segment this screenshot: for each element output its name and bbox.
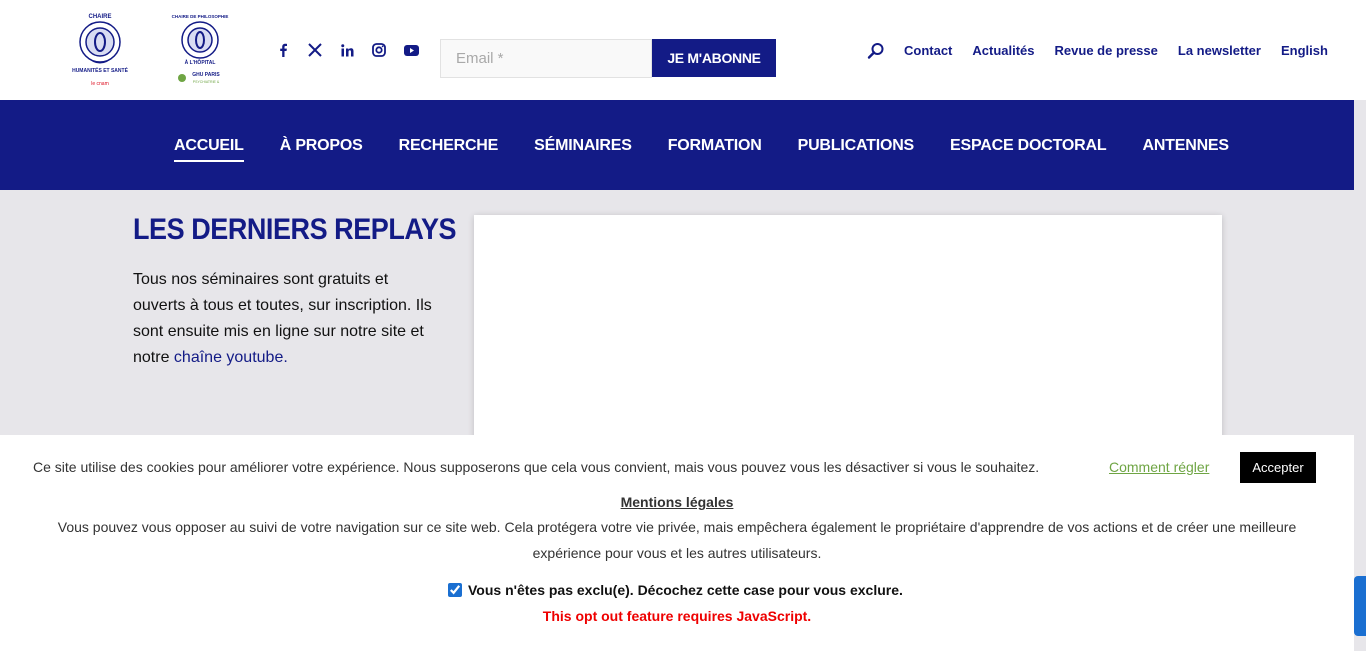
nav-item-espace-doctoral[interactable]: ESPACE DOCTORAL — [950, 137, 1107, 155]
optout-label: Vous n'êtes pas exclu(e). Décochez cette… — [468, 582, 903, 598]
svg-text:À L'HÔPITAL: À L'HÔPITAL — [185, 58, 216, 66]
cookie-settings-link[interactable]: Comment régler — [1109, 459, 1209, 475]
replays-intro: Tous nos séminaires sont gratuits et ouv… — [133, 267, 433, 371]
svg-text:PSYCHIATRIE &: PSYCHIATRIE & — [193, 80, 220, 84]
svg-text:CHAIRE DE PHILOSOPHIE: CHAIRE DE PHILOSOPHIE — [172, 14, 229, 19]
optout-checkbox[interactable] — [448, 583, 462, 597]
subscribe-button[interactable]: JE M'ABONNE — [652, 39, 776, 77]
top-links: Contact Actualités Revue de presse La ne… — [904, 43, 1348, 58]
nav-item-recherche[interactable]: RECHERCHE — [399, 137, 499, 155]
youtube-channel-link[interactable]: chaîne youtube. — [174, 349, 288, 366]
linkedin-icon[interactable] — [338, 41, 356, 59]
youtube-icon[interactable] — [402, 41, 420, 59]
cookie-accept-button[interactable]: Accepter — [1240, 452, 1316, 483]
svg-text:HUMANITÉS ET SANTÉ: HUMANITÉS ET SANTÉ — [72, 66, 129, 74]
main-navigation: ACCUEIL À PROPOS RECHERCHE SÉMINAIRES FO… — [0, 100, 1354, 190]
revue-de-presse-link[interactable]: Revue de presse — [1055, 43, 1158, 58]
svg-text:le cnam: le cnam — [91, 81, 109, 87]
page-scrollbar[interactable] — [1354, 576, 1366, 636]
x-icon[interactable] — [306, 41, 324, 59]
section-heading: LES DERNIERS REPLAYS — [133, 213, 457, 246]
english-link[interactable]: English — [1281, 43, 1328, 58]
nav-item-antennes[interactable]: ANTENNES — [1142, 137, 1229, 155]
javascript-warning: This opt out feature requires JavaScript… — [542, 608, 812, 624]
nav-item-a-propos[interactable]: À PROPOS — [280, 137, 363, 155]
legal-notice-text: Vous pouvez vous opposer au suivi de vot… — [57, 519, 1297, 561]
actualites-link[interactable]: Actualités — [972, 43, 1034, 58]
legal-notice-title[interactable]: Mentions légales — [0, 494, 1354, 510]
instagram-icon[interactable] — [370, 41, 388, 59]
cookie-message: Ce site utilise des cookies pour amélior… — [33, 459, 1040, 475]
newsletter-email-input[interactable] — [440, 39, 652, 78]
svg-text:CHAIRE: CHAIRE — [88, 14, 111, 20]
nav-item-accueil[interactable]: ACCUEIL — [174, 137, 244, 162]
svg-text:GHU PARIS: GHU PARIS — [192, 72, 220, 78]
nav-item-publications[interactable]: PUBLICATIONS — [798, 137, 915, 155]
nav-item-seminaires[interactable]: SÉMINAIRES — [534, 137, 632, 155]
chaire-philosophie-hopital-logo[interactable]: CHAIRE DE PHILOSOPHIE À L'HÔPITAL GHU PA… — [168, 10, 232, 90]
facebook-icon[interactable] — [274, 41, 292, 59]
contact-link[interactable]: Contact — [904, 43, 952, 58]
social-links — [274, 41, 420, 59]
nav-item-formation[interactable]: FORMATION — [668, 137, 762, 155]
chaire-humanites-sante-logo[interactable]: CHAIRE HUMANITÉS ET SANTÉ le cnam — [68, 10, 132, 90]
newsletter-link[interactable]: La newsletter — [1178, 43, 1261, 58]
site-header: CHAIRE HUMANITÉS ET SANTÉ le cnam CHAIRE… — [0, 0, 1366, 100]
optout-control[interactable]: Vous n'êtes pas exclu(e). Décochez cette… — [448, 582, 903, 598]
cookie-banner: Ce site utilise des cookies pour amélior… — [0, 435, 1354, 651]
search-icon[interactable] — [867, 42, 885, 60]
